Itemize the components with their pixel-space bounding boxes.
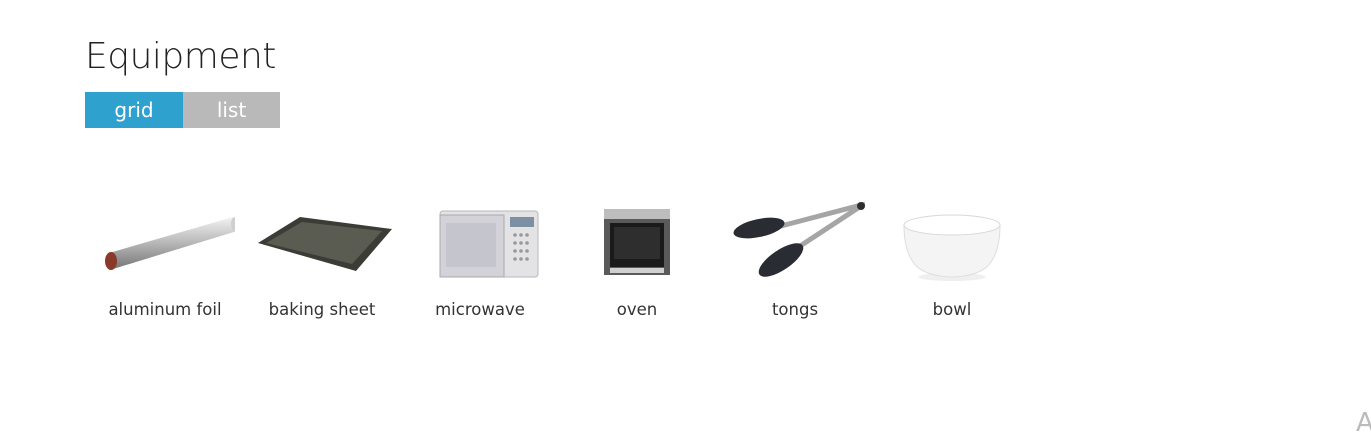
equipment-item-tongs[interactable]: tongs xyxy=(720,198,870,319)
view-toggle: grid list xyxy=(85,92,280,128)
equipment-label: baking sheet xyxy=(268,300,376,319)
aluminum-foil-icon xyxy=(90,198,240,284)
equipment-item-microwave[interactable]: microwave xyxy=(405,198,555,319)
equipment-item-bowl[interactable]: bowl xyxy=(877,198,1027,319)
equipment-label: bowl xyxy=(932,300,972,319)
page-title: Equipment xyxy=(85,36,276,77)
tongs-icon xyxy=(720,198,870,284)
grid-view-button[interactable]: grid xyxy=(85,92,183,128)
equipment-label: microwave xyxy=(435,300,525,319)
equipment-item-oven[interactable]: oven xyxy=(562,198,712,319)
oven-icon xyxy=(562,198,712,284)
bowl-icon xyxy=(877,198,1027,284)
equipment-item-aluminum-foil[interactable]: aluminum foil xyxy=(90,198,240,319)
baking-sheet-icon xyxy=(247,198,397,284)
equipment-label: aluminum foil xyxy=(108,300,222,319)
equipment-item-baking-sheet[interactable]: baking sheet xyxy=(247,198,397,319)
corner-glyph: A xyxy=(1356,408,1371,438)
equipment-label: oven xyxy=(616,300,658,319)
microwave-icon xyxy=(405,198,555,284)
list-view-button[interactable]: list xyxy=(183,92,280,128)
equipment-label: tongs xyxy=(771,300,819,319)
